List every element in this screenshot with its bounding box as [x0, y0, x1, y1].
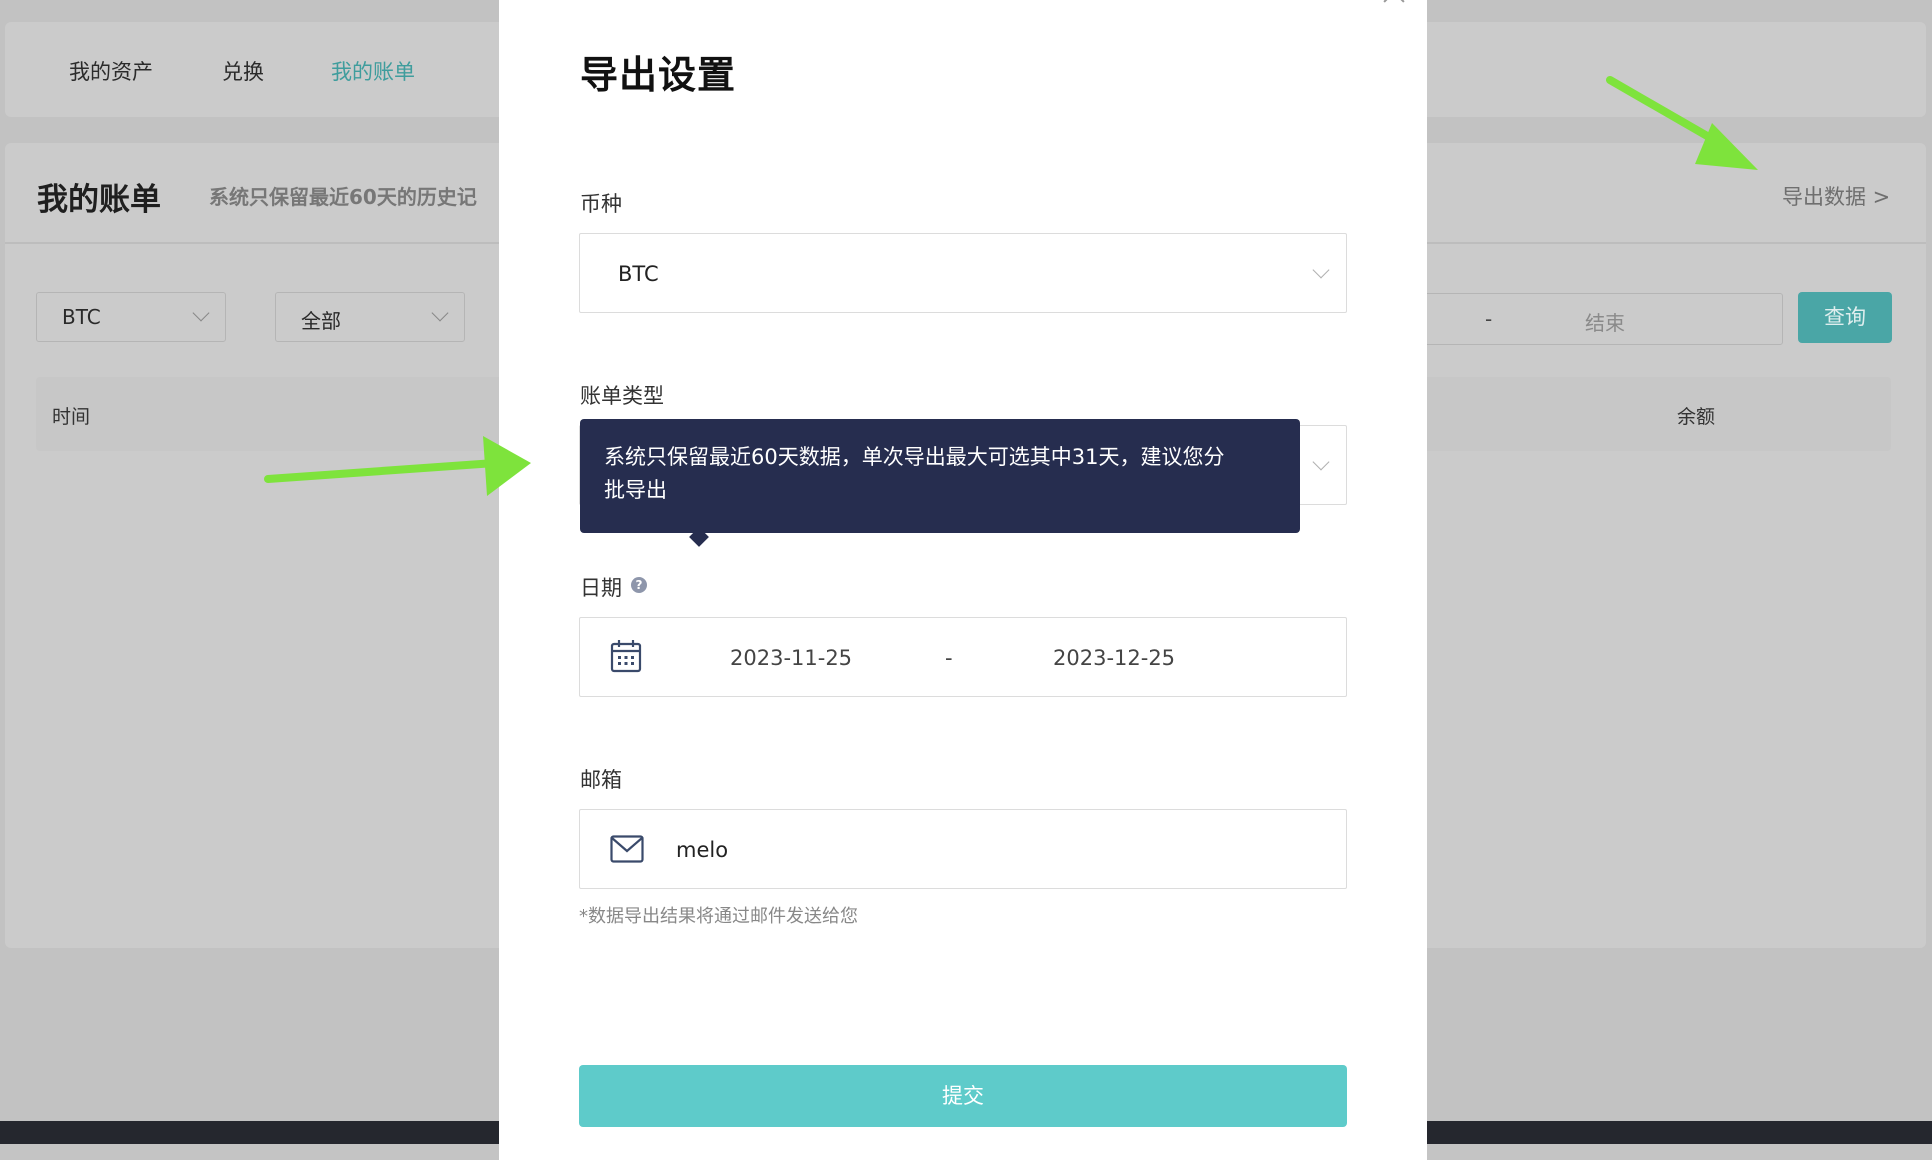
- submit-button[interactable]: 提交: [579, 1065, 1347, 1127]
- email-hint: *数据导出结果将通过邮件发送给您: [579, 906, 858, 927]
- nav-exchange[interactable]: 兑换: [222, 56, 264, 86]
- chevron-down-icon: [192, 304, 210, 322]
- help-icon[interactable]: ?: [631, 577, 647, 593]
- nav-my-bills[interactable]: 我的账单: [331, 56, 415, 86]
- tooltip-line-2: 批导出: [604, 478, 667, 502]
- email-label: 邮箱: [580, 768, 622, 792]
- email-value: melo: [676, 838, 729, 862]
- type-filter-select[interactable]: 全部: [275, 292, 465, 342]
- email-field[interactable]: melo: [579, 809, 1347, 889]
- date-separator: -: [945, 646, 953, 670]
- coin-value: BTC: [618, 262, 659, 286]
- chevron-down-icon: [431, 304, 449, 322]
- coin-select[interactable]: BTC: [579, 233, 1347, 313]
- date-tooltip: 系统只保留最近60天数据，单次导出最大可选其中31天，建议您分 批导出: [580, 419, 1300, 533]
- bill-type-label: 账单类型: [580, 384, 664, 408]
- date-range-picker[interactable]: 2023-11-25 - 2023-12-25: [579, 617, 1347, 697]
- date-label: 日期: [580, 576, 622, 600]
- date-end[interactable]: 2023-12-25: [1053, 646, 1175, 670]
- mail-icon: [610, 835, 644, 863]
- query-button[interactable]: 查询: [1798, 292, 1892, 343]
- end-date-placeholder[interactable]: 结束: [1585, 307, 1625, 336]
- calendar-icon: [610, 640, 642, 673]
- coin-filter-select[interactable]: BTC: [36, 292, 226, 342]
- tooltip-line-1: 系统只保留最近60天数据，单次导出最大可选其中31天，建议您分: [604, 445, 1225, 469]
- coin-filter-value: BTC: [62, 305, 101, 329]
- coin-label: 币种: [580, 192, 622, 216]
- history-note: 系统只保留最近60天的历史记: [209, 185, 477, 209]
- column-header-balance: 余额: [1677, 406, 1716, 428]
- column-header-time: 时间: [52, 406, 91, 428]
- modal-title: 导出设置: [580, 53, 737, 97]
- date-start[interactable]: 2023-11-25: [730, 646, 852, 670]
- chevron-down-icon: [1312, 453, 1330, 471]
- close-icon[interactable]: [1381, 0, 1407, 4]
- type-filter-value: 全部: [301, 309, 341, 333]
- date-range-separator: -: [1485, 307, 1493, 331]
- export-data-link[interactable]: 导出数据 >: [1782, 181, 1890, 211]
- nav-my-assets[interactable]: 我的资产: [69, 56, 153, 86]
- page-title: 我的账单: [37, 182, 161, 218]
- chevron-down-icon: [1312, 261, 1330, 279]
